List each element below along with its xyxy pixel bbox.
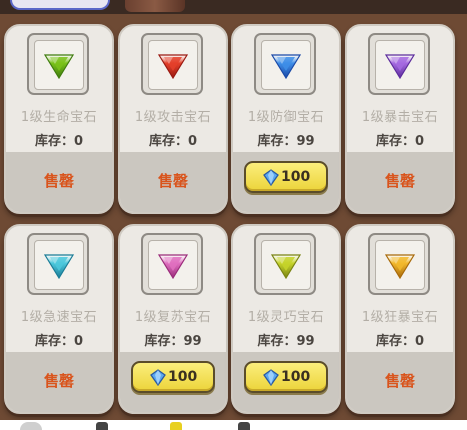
bottom-menu-icon[interactable] [238, 422, 250, 430]
gem-name: 1级防御宝石 [247, 110, 325, 125]
action-bar: 售罄 [347, 352, 453, 412]
action-bar: 售罄 [6, 152, 112, 212]
gem-slot [368, 233, 430, 295]
gem-card[interactable]: 1级急速宝石 库存：0 售罄 [4, 224, 114, 414]
sold-out-label: 售罄 [157, 172, 188, 190]
gem-slot [141, 33, 203, 95]
gem-slot-inner [34, 240, 84, 290]
price: 100 [281, 169, 311, 185]
gem-card[interactable]: 1级防御宝石 库存：99 100 [231, 24, 341, 214]
gem-slot-inner [148, 40, 198, 90]
gem-name: 1级生命宝石 [20, 110, 98, 125]
gem-slot-inner [261, 240, 311, 290]
gem-name: 1级急速宝石 [20, 310, 98, 325]
bottom-avatar-icon[interactable] [20, 422, 42, 430]
gem-name: 1级攻击宝石 [134, 110, 212, 125]
stock-count: 库存：99 [257, 334, 315, 349]
price: 100 [168, 369, 198, 385]
buy-button[interactable]: 100 [244, 361, 328, 393]
bottom-coin-icon[interactable] [170, 422, 182, 430]
triangle-gem-icon [385, 54, 415, 79]
gem-name: 1级复苏宝石 [134, 310, 212, 325]
gem-card[interactable]: 1级生命宝石 库存：0 售罄 [4, 24, 114, 214]
triangle-gem-icon [385, 254, 415, 279]
triangle-gem-icon [44, 54, 74, 79]
stock-count: 库存：0 [375, 134, 425, 149]
gem-card[interactable]: 1级复苏宝石 库存：99 100 [118, 224, 228, 414]
gem-slot-inner [34, 40, 84, 90]
price: 100 [281, 369, 311, 385]
action-bar: 售罄 [120, 152, 226, 212]
stock-count: 库存：0 [34, 134, 84, 149]
gem-slot-inner [148, 240, 198, 290]
gem-card[interactable]: 1级狂暴宝石 库存：0 售罄 [345, 224, 455, 414]
stock-count: 库存：0 [375, 334, 425, 349]
sold-out-label: 售罄 [43, 372, 74, 390]
sold-out-label: 售罄 [43, 172, 74, 190]
bottom-bar [0, 420, 467, 430]
gem-slot [141, 233, 203, 295]
gem-slot [27, 33, 89, 95]
gem-slot [254, 233, 316, 295]
action-bar: 售罄 [6, 352, 112, 412]
diamond-icon [263, 169, 279, 186]
triangle-gem-icon [158, 54, 188, 79]
gem-card[interactable]: 1级攻击宝石 库存：0 售罄 [118, 24, 228, 214]
gem-slot-inner [261, 40, 311, 90]
triangle-gem-icon [44, 254, 74, 279]
buy-button[interactable]: 100 [131, 361, 215, 393]
stock-count: 库存：99 [144, 334, 202, 349]
sold-out-label: 售罄 [384, 172, 415, 190]
triangle-gem-icon [271, 254, 301, 279]
gem-card[interactable]: 1级暴击宝石 库存：0 售罄 [345, 24, 455, 214]
stock-count: 库存：0 [34, 334, 84, 349]
buy-button[interactable]: 100 [244, 161, 328, 193]
bottom-tab-icon[interactable] [96, 422, 108, 430]
gem-slot [254, 33, 316, 95]
action-bar: 100 [233, 152, 339, 212]
gem-card[interactable]: 1级灵巧宝石 库存：99 100 [231, 224, 341, 414]
diamond-icon [150, 369, 166, 386]
action-bar: 100 [233, 352, 339, 412]
gem-slot-inner [375, 240, 425, 290]
action-bar: 售罄 [347, 152, 453, 212]
gem-slot-inner [375, 40, 425, 90]
gem-name: 1级狂暴宝石 [361, 310, 439, 325]
gem-slot [27, 233, 89, 295]
sold-out-label: 售罄 [384, 372, 415, 390]
stock-count: 库存：0 [148, 134, 198, 149]
diamond-icon [263, 369, 279, 386]
stock-count: 库存：99 [257, 134, 315, 149]
action-bar: 100 [120, 352, 226, 412]
triangle-gem-icon [158, 254, 188, 279]
gem-name: 1级暴击宝石 [361, 110, 439, 125]
triangle-gem-icon [271, 54, 301, 79]
gem-slot [368, 33, 430, 95]
gem-name: 1级灵巧宝石 [247, 310, 325, 325]
shop-grid: 1级生命宝石 库存：0 售罄 1级攻击宝石 库存：0 售罄 1级防御宝石 库存：… [0, 0, 467, 430]
